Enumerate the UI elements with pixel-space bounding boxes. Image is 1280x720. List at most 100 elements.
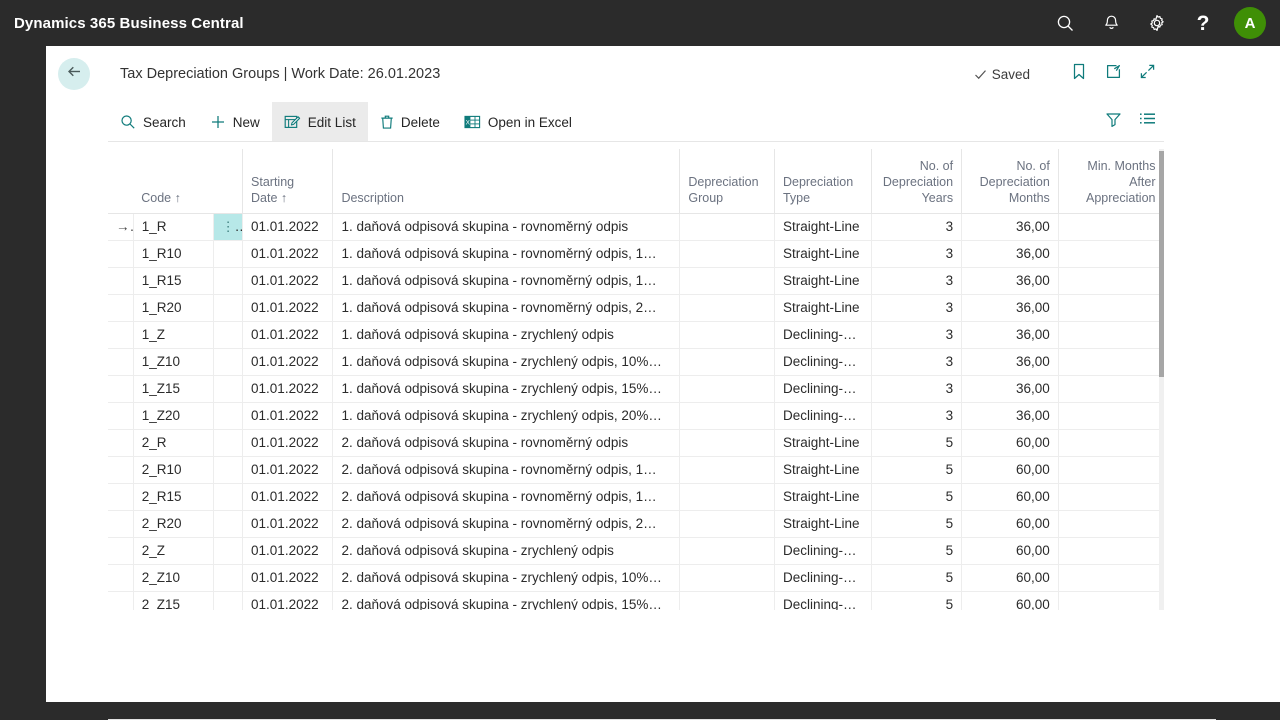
cell-no-of-depreciation-months[interactable]: 36,00 bbox=[961, 213, 1059, 241]
cell-code[interactable]: 1_R15 bbox=[133, 267, 214, 295]
cell-min-months-after-appreciation[interactable] bbox=[1058, 456, 1164, 484]
cell-starting-date[interactable]: 01.01.2022 bbox=[242, 537, 334, 565]
cell-code[interactable]: 2_R20 bbox=[133, 510, 214, 538]
cell-description[interactable]: 2. daňová odpisová skupina - rovnoměrný … bbox=[332, 456, 681, 484]
cell-min-months-after-appreciation[interactable] bbox=[1058, 537, 1164, 565]
settings-button[interactable] bbox=[1134, 0, 1180, 46]
cell-depreciation-group[interactable] bbox=[679, 321, 775, 349]
cell-code[interactable]: 2_R15 bbox=[133, 483, 214, 511]
cell-depreciation-type[interactable]: Straight-Line bbox=[774, 294, 872, 322]
cell-min-months-after-appreciation[interactable] bbox=[1058, 213, 1164, 241]
row-menu-button[interactable] bbox=[213, 321, 244, 349]
toolbar-edit-list-button[interactable]: Edit List bbox=[271, 102, 368, 142]
cell-no-of-depreciation-years[interactable]: 3 bbox=[871, 402, 963, 430]
cell-starting-date[interactable]: 01.01.2022 bbox=[242, 510, 334, 538]
toolbar-search-button[interactable]: Search bbox=[108, 102, 198, 142]
cell-starting-date[interactable]: 01.01.2022 bbox=[242, 564, 334, 592]
row-menu-button[interactable] bbox=[213, 510, 244, 538]
cell-description[interactable]: 1. daňová odpisová skupina - zrychlený o… bbox=[332, 348, 681, 376]
cell-depreciation-type[interactable]: Straight-Line bbox=[774, 213, 872, 241]
row-menu-button[interactable] bbox=[213, 375, 244, 403]
row-menu-button[interactable]: ⋮ bbox=[213, 213, 244, 241]
cell-depreciation-type[interactable]: Declining-B… bbox=[774, 537, 872, 565]
cell-no-of-depreciation-years[interactable]: 3 bbox=[871, 240, 963, 268]
cell-starting-date[interactable]: 01.01.2022 bbox=[242, 456, 334, 484]
notifications-button[interactable] bbox=[1088, 0, 1134, 46]
cell-code[interactable]: 1_R20 bbox=[133, 294, 214, 322]
cell-starting-date[interactable]: 01.01.2022 bbox=[242, 375, 334, 403]
table-row[interactable]: 1_R10 01.01.2022 1. daňová odpisová skupin… bbox=[108, 240, 1164, 268]
cell-no-of-depreciation-years[interactable]: 5 bbox=[871, 564, 963, 592]
cell-code[interactable]: 1_R bbox=[133, 213, 214, 241]
cell-no-of-depreciation-months[interactable]: 36,00 bbox=[961, 267, 1059, 295]
cell-depreciation-type[interactable]: Declining-B… bbox=[774, 591, 872, 610]
cell-depreciation-group[interactable] bbox=[679, 402, 775, 430]
cell-no-of-depreciation-months[interactable]: 36,00 bbox=[961, 402, 1059, 430]
cell-description[interactable]: 2. daňová odpisová skupina - rovnoměrný … bbox=[332, 429, 681, 457]
vertical-scrollbar-thumb[interactable] bbox=[1159, 151, 1164, 377]
cell-code[interactable]: 2_R10 bbox=[133, 456, 214, 484]
row-menu-button[interactable] bbox=[213, 591, 244, 610]
cell-depreciation-type[interactable]: Declining-B… bbox=[774, 348, 872, 376]
cell-depreciation-type[interactable]: Straight-Line bbox=[774, 456, 872, 484]
cell-description[interactable]: 1. daňová odpisová skupina - rovnoměrný … bbox=[332, 294, 681, 322]
cell-min-months-after-appreciation[interactable] bbox=[1058, 348, 1164, 376]
cell-starting-date[interactable]: 01.01.2022 bbox=[242, 591, 334, 610]
cell-min-months-after-appreciation[interactable] bbox=[1058, 267, 1164, 295]
cell-starting-date[interactable]: 01.01.2022 bbox=[242, 294, 334, 322]
cell-no-of-depreciation-years[interactable]: 3 bbox=[871, 348, 963, 376]
vertical-scrollbar[interactable] bbox=[1159, 149, 1164, 610]
list-view-button[interactable] bbox=[1130, 105, 1164, 139]
cell-depreciation-group[interactable] bbox=[679, 267, 775, 295]
cell-no-of-depreciation-years[interactable]: 5 bbox=[871, 483, 963, 511]
cell-no-of-depreciation-months[interactable]: 60,00 bbox=[961, 537, 1059, 565]
row-menu-button[interactable] bbox=[213, 456, 244, 484]
cell-depreciation-group[interactable] bbox=[679, 483, 775, 511]
cell-no-of-depreciation-years[interactable]: 5 bbox=[871, 591, 963, 610]
cell-min-months-after-appreciation[interactable] bbox=[1058, 375, 1164, 403]
col-depreciation-type[interactable]: Depreciation Type bbox=[773, 149, 872, 214]
row-menu-button[interactable] bbox=[213, 267, 244, 295]
cell-description[interactable]: 2. daňová odpisová skupina - zrychlený o… bbox=[332, 564, 681, 592]
row-menu-button[interactable] bbox=[213, 348, 244, 376]
cell-no-of-depreciation-years[interactable]: 3 bbox=[871, 375, 963, 403]
cell-code[interactable]: 1_R10 bbox=[133, 240, 214, 268]
cell-no-of-depreciation-months[interactable]: 60,00 bbox=[961, 591, 1059, 610]
filter-button[interactable] bbox=[1096, 105, 1130, 139]
cell-description[interactable]: 1. daňová odpisová skupina - zrychlený o… bbox=[332, 375, 681, 403]
table-row[interactable]: 1_R20 01.01.2022 1. daňová odpisová skupin… bbox=[108, 294, 1164, 322]
table-row[interactable]: 1_R15 01.01.2022 1. daňová odpisová skupin… bbox=[108, 267, 1164, 295]
table-row[interactable]: 2_R20 01.01.2022 2. daňová odpisová skupin… bbox=[108, 510, 1164, 538]
row-menu-button[interactable] bbox=[213, 294, 244, 322]
col-description[interactable]: Description bbox=[332, 149, 680, 214]
cell-depreciation-group[interactable] bbox=[679, 240, 775, 268]
cell-description[interactable]: 2. daňová odpisová skupina - rovnoměrný … bbox=[332, 510, 681, 538]
row-menu-button[interactable] bbox=[213, 402, 244, 430]
collapse-button[interactable] bbox=[1130, 57, 1164, 91]
cell-no-of-depreciation-months[interactable]: 60,00 bbox=[961, 564, 1059, 592]
cell-min-months-after-appreciation[interactable] bbox=[1058, 510, 1164, 538]
cell-depreciation-group[interactable] bbox=[679, 294, 775, 322]
table-row[interactable]: 2_Z 01.01.2022 2. daňová odpisová skupina … bbox=[108, 537, 1164, 565]
table-row[interactable]: 1_Z 01.01.2022 1. daňová odpisová skupina … bbox=[108, 321, 1164, 349]
cell-starting-date[interactable]: 01.01.2022 bbox=[242, 213, 334, 241]
cell-no-of-depreciation-years[interactable]: 5 bbox=[871, 537, 963, 565]
cell-starting-date[interactable]: 01.01.2022 bbox=[242, 402, 334, 430]
cell-depreciation-type[interactable]: Straight-Line bbox=[774, 240, 872, 268]
row-menu-button[interactable] bbox=[213, 483, 244, 511]
cell-no-of-depreciation-years[interactable]: 3 bbox=[871, 213, 963, 241]
col-min-months-after-appreciation[interactable]: Min. Months After Appreciation bbox=[1057, 149, 1164, 214]
cell-depreciation-type[interactable]: Declining-B… bbox=[774, 564, 872, 592]
cell-no-of-depreciation-months[interactable]: 36,00 bbox=[961, 240, 1059, 268]
help-button[interactable]: ? bbox=[1180, 0, 1226, 46]
table-row[interactable]: → 1_R ⋮ 01.01.2022 1. daňová odpisová skupin… bbox=[108, 213, 1164, 241]
cell-starting-date[interactable]: 01.01.2022 bbox=[242, 267, 334, 295]
cell-no-of-depreciation-years[interactable]: 5 bbox=[871, 456, 963, 484]
cell-no-of-depreciation-months[interactable]: 60,00 bbox=[961, 456, 1059, 484]
cell-no-of-depreciation-years[interactable]: 5 bbox=[871, 510, 963, 538]
cell-description[interactable]: 2. daňová odpisová skupina - rovnoměrný … bbox=[332, 483, 681, 511]
cell-min-months-after-appreciation[interactable] bbox=[1058, 321, 1164, 349]
cell-code[interactable]: 1_Z15 bbox=[133, 375, 214, 403]
col-starting-date[interactable]: Starting Date ↑ bbox=[242, 149, 333, 214]
row-menu-icon[interactable]: ⋮ bbox=[222, 219, 242, 234]
